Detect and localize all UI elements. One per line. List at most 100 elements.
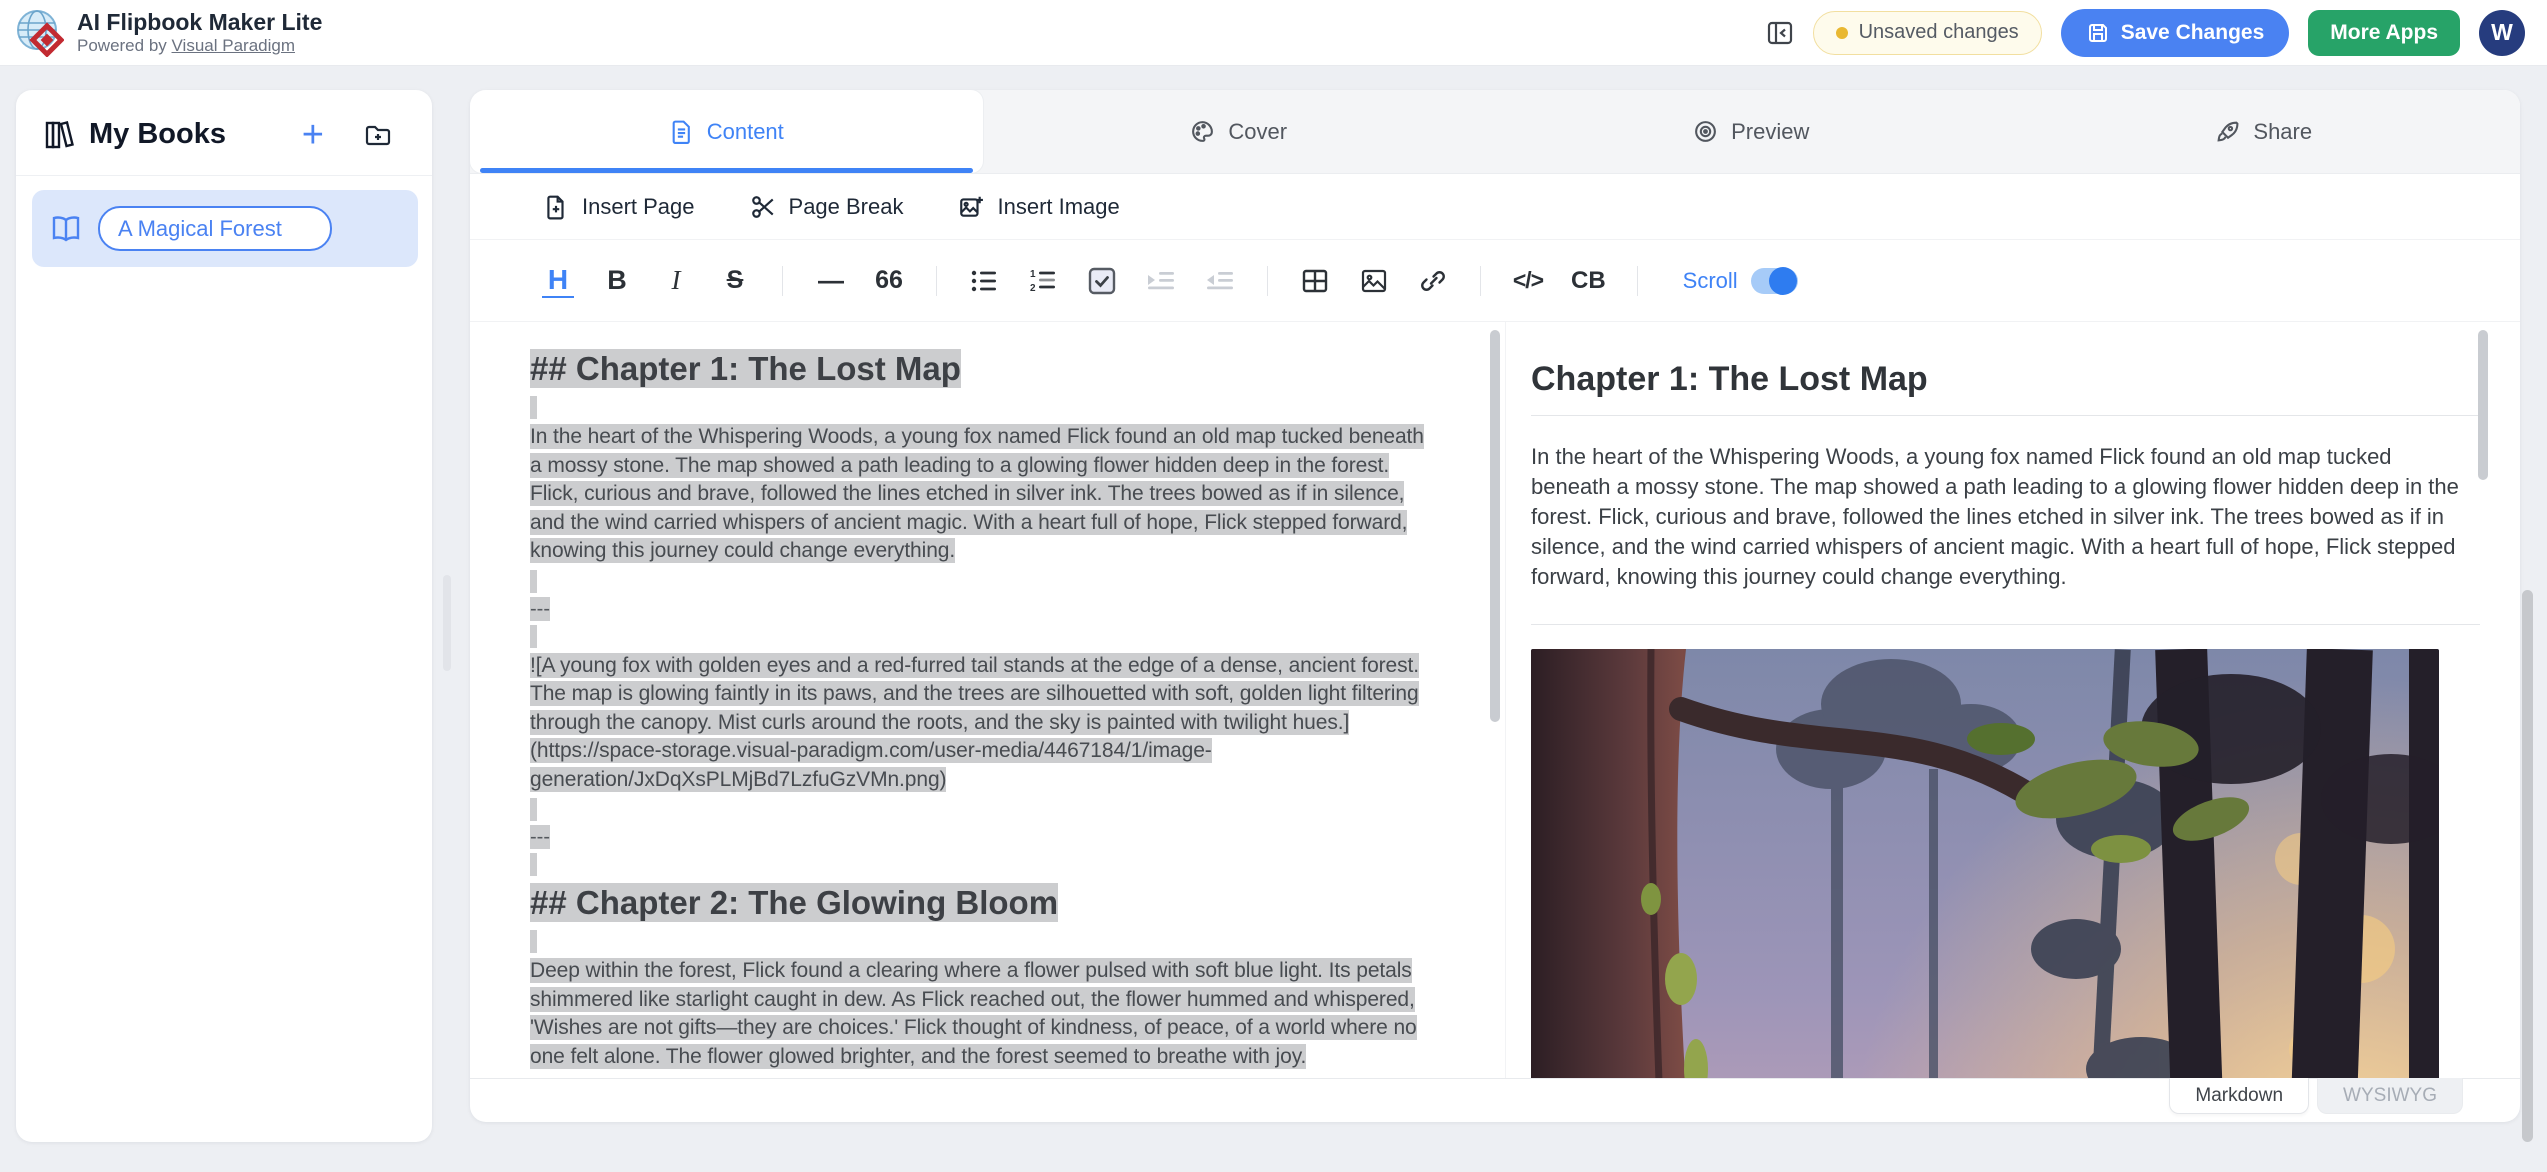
image-plus-icon bbox=[958, 194, 984, 220]
toolbar-divider bbox=[936, 266, 937, 296]
save-icon bbox=[2086, 21, 2110, 45]
image-button[interactable] bbox=[1358, 261, 1390, 301]
toolbar-divider bbox=[1480, 266, 1481, 296]
powered-by-prefix: Powered by bbox=[77, 36, 167, 55]
tab-content[interactable]: Content bbox=[470, 90, 983, 173]
editor-mode-toggle: Markdown WYSIWYG bbox=[2169, 1078, 2463, 1114]
markdown-scrollbar[interactable] bbox=[1490, 322, 1500, 1078]
toolbar-divider bbox=[1267, 266, 1268, 296]
page-body: My Books + bbox=[0, 66, 2547, 1172]
markdown-mode-button[interactable]: Markdown bbox=[2169, 1078, 2309, 1114]
bold-button[interactable]: B bbox=[601, 261, 633, 301]
unsaved-changes-label: Unsaved changes bbox=[1859, 21, 2019, 44]
md-heading-block: ## Chapter 2: The Glowing Bloom bbox=[530, 880, 1444, 926]
bullet-list-button[interactable] bbox=[968, 261, 1000, 301]
wysiwyg-mode-button[interactable]: WYSIWYG bbox=[2317, 1078, 2463, 1114]
tab-cover[interactable]: Cover bbox=[983, 90, 1496, 173]
preview-heading: Chapter 1: The Lost Map bbox=[1531, 360, 2480, 416]
chapter-illustration bbox=[1531, 649, 2439, 1078]
heading-button[interactable]: H bbox=[542, 264, 574, 298]
page-title: AI Flipbook Maker Lite bbox=[77, 9, 322, 35]
md-image-block: ![A young fox with golden eyes and a red… bbox=[530, 652, 1438, 795]
scroll-sync-control: Scroll bbox=[1683, 268, 1798, 294]
editor-footer: Markdown WYSIWYG bbox=[470, 1078, 2520, 1122]
italic-button[interactable]: I bbox=[660, 261, 692, 301]
book-title-input[interactable] bbox=[98, 206, 332, 251]
header-brand: AI Flipbook Maker Lite Powered by Visual… bbox=[16, 9, 322, 57]
visual-paradigm-link[interactable]: Visual Paradigm bbox=[172, 36, 295, 55]
editor-split: ## Chapter 1: The Lost Map In the heart … bbox=[470, 322, 2520, 1078]
insert-image-button[interactable]: Insert Image bbox=[958, 194, 1119, 220]
link-button[interactable] bbox=[1417, 261, 1449, 301]
user-avatar[interactable]: W bbox=[2479, 10, 2525, 56]
table-button[interactable] bbox=[1299, 261, 1331, 301]
markdown-scrollbar-thumb[interactable] bbox=[1490, 330, 1500, 722]
md-selected-gap bbox=[530, 794, 1444, 825]
tab-cover-label: Cover bbox=[1228, 119, 1287, 145]
scroll-toggle[interactable] bbox=[1751, 268, 1798, 294]
md-selected-gap bbox=[530, 621, 1444, 652]
code-block-button[interactable]: CB bbox=[1571, 261, 1606, 301]
sidebar-resize-handle[interactable] bbox=[443, 575, 451, 671]
page-scrollbar[interactable] bbox=[2517, 66, 2547, 1172]
indent-icon bbox=[1146, 267, 1176, 295]
bookshelf-icon bbox=[44, 120, 74, 150]
table-icon bbox=[1301, 267, 1329, 295]
sidebar-title: My Books bbox=[89, 118, 302, 151]
preview-scrollbar-thumb[interactable] bbox=[2478, 330, 2488, 480]
file-plus-icon bbox=[543, 194, 569, 220]
strikethrough-button[interactable]: S bbox=[719, 261, 751, 301]
bullet-list-icon bbox=[970, 267, 998, 295]
md-selected-gap bbox=[530, 566, 1444, 597]
app-root: AI Flipbook Maker Lite Powered by Visual… bbox=[0, 0, 2547, 1172]
main-panel: Content Cover bbox=[470, 90, 2520, 1122]
collapse-panel-button[interactable] bbox=[1766, 19, 1794, 47]
document-icon bbox=[669, 119, 694, 144]
indent-button[interactable] bbox=[1145, 261, 1177, 301]
inline-code-button[interactable]: </> bbox=[1512, 261, 1544, 301]
toggle-knob bbox=[1769, 267, 1797, 295]
ordered-list-button[interactable]: 1 2 bbox=[1027, 261, 1059, 301]
add-book-button[interactable]: + bbox=[302, 121, 324, 149]
insert-image-label: Insert Image bbox=[997, 194, 1119, 220]
unsaved-dot-icon bbox=[1836, 27, 1848, 39]
insert-toolbar: Insert Page Page Break bbox=[470, 174, 2520, 240]
blockquote-button[interactable]: 66 bbox=[873, 261, 905, 301]
page-scrollbar-thumb[interactable] bbox=[2522, 590, 2533, 1142]
sidebar-my-books: My Books + bbox=[16, 90, 432, 1142]
scroll-label: Scroll bbox=[1683, 268, 1738, 294]
preview-hr bbox=[1531, 624, 2480, 625]
ordered-list-icon: 1 2 bbox=[1029, 267, 1057, 295]
svg-text:1: 1 bbox=[1030, 269, 1036, 280]
app-logo-icon bbox=[16, 9, 64, 57]
checkbox-icon bbox=[1087, 266, 1117, 296]
tab-share[interactable]: Share bbox=[2008, 90, 2521, 173]
save-changes-button[interactable]: Save Changes bbox=[2061, 9, 2290, 57]
toolbar-divider bbox=[1637, 266, 1638, 296]
sidebar-divider bbox=[16, 175, 432, 176]
insert-page-button[interactable]: Insert Page bbox=[543, 194, 695, 220]
md-selected-gap bbox=[530, 849, 1444, 880]
powered-by: Powered by Visual Paradigm bbox=[77, 36, 322, 56]
md-heading-block: ## Chapter 1: The Lost Map bbox=[530, 346, 1444, 392]
new-folder-button[interactable] bbox=[364, 121, 392, 149]
md-paragraph-block: In the heart of the Whispering Woods, a … bbox=[530, 423, 1438, 566]
tab-preview[interactable]: Preview bbox=[1495, 90, 2008, 173]
markdown-editor[interactable]: ## Chapter 1: The Lost Map In the heart … bbox=[470, 322, 1484, 1078]
more-apps-button[interactable]: More Apps bbox=[2308, 10, 2460, 56]
task-list-button[interactable] bbox=[1086, 261, 1118, 301]
book-list-item-selected[interactable] bbox=[32, 190, 418, 267]
horizontal-rule-button[interactable]: — bbox=[814, 261, 846, 301]
outdent-button[interactable] bbox=[1204, 261, 1236, 301]
md-paragraph-block: Deep within the forest, Flick found a cl… bbox=[530, 957, 1438, 1071]
page-break-button[interactable]: Page Break bbox=[750, 194, 904, 220]
md-hr-block: --- bbox=[530, 597, 1444, 621]
md-selected-gap bbox=[530, 392, 1444, 423]
link-icon bbox=[1419, 267, 1447, 295]
page-break-label: Page Break bbox=[789, 194, 904, 220]
insert-page-label: Insert Page bbox=[582, 194, 695, 220]
preview-scrollbar[interactable] bbox=[2478, 322, 2488, 1078]
preview-paragraph: In the heart of the Whispering Woods, a … bbox=[1531, 442, 2466, 592]
sidebar-header: My Books + bbox=[16, 90, 432, 175]
toolbar-divider bbox=[782, 266, 783, 296]
